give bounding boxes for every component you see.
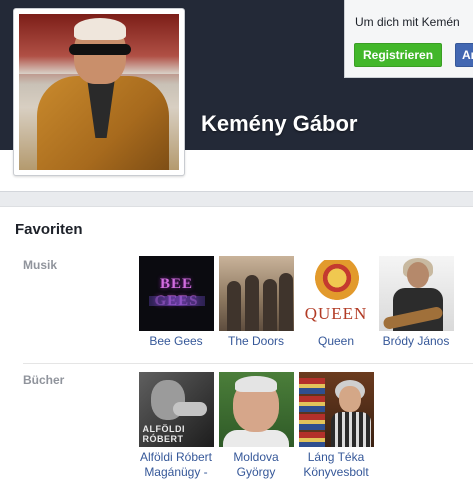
favorite-item-label[interactable]: Bródy János bbox=[378, 334, 454, 349]
favorite-item-label[interactable]: Moldova György bbox=[218, 450, 294, 480]
queen-logo-text: QUEEN bbox=[304, 304, 368, 323]
category-label-music: Musik bbox=[23, 258, 58, 272]
register-button[interactable]: Registrieren bbox=[354, 43, 443, 67]
login-button[interactable]: An bbox=[455, 43, 473, 67]
bookshelf bbox=[298, 378, 325, 447]
moldova-gyorgy-thumbnail[interactable] bbox=[218, 372, 294, 447]
favorite-item-label[interactable]: The Doors bbox=[218, 334, 294, 349]
category-divider bbox=[23, 363, 473, 364]
favorite-item-label[interactable]: Bee Gees bbox=[138, 334, 214, 349]
favorites-section: Favoriten Musik BEE GEES Bee Gees The Do… bbox=[0, 206, 473, 482]
band-member-figure bbox=[244, 275, 259, 331]
favorites-title: Favoriten bbox=[15, 221, 83, 238]
bee-gees-logo-glow bbox=[148, 296, 205, 306]
favorite-item-label[interactable]: Queen bbox=[298, 334, 374, 349]
favorite-item-queen[interactable]: QUEEN Queen bbox=[298, 256, 374, 349]
lang-teka-thumbnail[interactable] bbox=[298, 372, 374, 447]
favorite-item-label[interactable]: Alföldi Róbert Magánügy - bbox=[138, 450, 214, 480]
favorite-item-bee-gees[interactable]: BEE GEES Bee Gees bbox=[138, 256, 214, 349]
favorite-item-label[interactable]: Láng Téka Könyvesbolt bbox=[298, 450, 374, 480]
queen-thumbnail[interactable]: QUEEN bbox=[298, 256, 374, 331]
profile-photo-hair bbox=[74, 18, 126, 40]
person-shirt bbox=[222, 430, 289, 447]
profile-photo[interactable] bbox=[19, 14, 179, 170]
the-doors-thumbnail[interactable] bbox=[218, 256, 294, 331]
favorite-item-brody-janos[interactable]: Bródy János bbox=[378, 256, 454, 349]
person-hand bbox=[172, 402, 207, 416]
alfoldi-robert-thumbnail[interactable]: ALFÖLDI RÓBERT bbox=[138, 372, 214, 447]
band-member-figure bbox=[278, 273, 293, 331]
favorite-item-alfoldi-robert[interactable]: ALFÖLDI RÓBERT Alföldi Róbert Magánügy - bbox=[138, 372, 214, 480]
person-hair bbox=[234, 376, 277, 392]
person-face bbox=[406, 262, 429, 288]
favorite-item-moldova-gyorgy[interactable]: Moldova György bbox=[218, 372, 294, 480]
person-face bbox=[338, 386, 361, 412]
signup-prompt: Um dich mit Kemén bbox=[355, 15, 460, 29]
person-body bbox=[330, 412, 371, 447]
brody-janos-thumbnail[interactable] bbox=[378, 256, 454, 331]
bee-gees-thumbnail[interactable]: BEE GEES bbox=[138, 256, 214, 331]
book-cover-text: ALFÖLDI RÓBERT bbox=[142, 424, 185, 444]
band-member-figure bbox=[226, 281, 241, 331]
profile-photo-frame[interactable] bbox=[13, 8, 185, 176]
signup-panel: Um dich mit Kemén Registrieren An bbox=[344, 0, 473, 78]
band-member-figure bbox=[262, 279, 277, 331]
favorite-item-the-doors[interactable]: The Doors bbox=[218, 256, 294, 349]
queen-crest-icon bbox=[314, 260, 359, 300]
category-label-books: Bücher bbox=[23, 373, 65, 387]
favorite-item-lang-teka[interactable]: Láng Téka Könyvesbolt bbox=[298, 372, 374, 480]
profile-name[interactable]: Kemény Gábor bbox=[201, 111, 358, 137]
profile-photo-sunglasses bbox=[69, 44, 131, 55]
